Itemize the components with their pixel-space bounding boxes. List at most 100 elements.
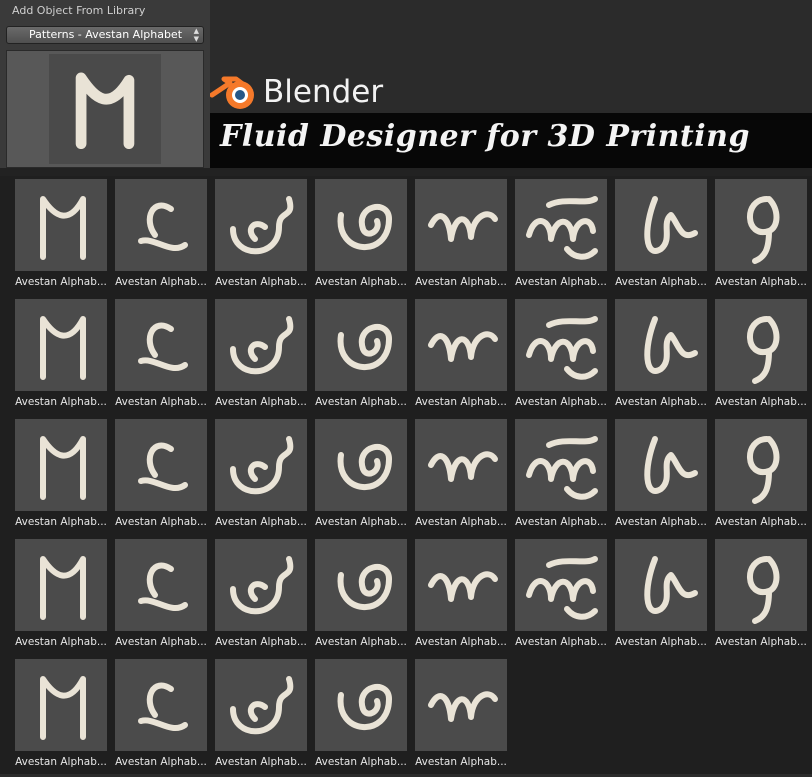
library-item[interactable]: Avestan Alphab... [615,299,715,417]
library-item-label: Avestan Alphab... [115,756,207,768]
avestan-glyph-icon [337,684,392,730]
library-item[interactable]: Avestan Alphab... [215,539,315,657]
avestan-glyph-icon [40,196,86,260]
library-item[interactable]: Avestan Alphab... [215,299,315,417]
library-item[interactable]: Avestan Alphab... [15,419,115,537]
library-item[interactable]: Avestan Alphab... [415,179,515,297]
library-item[interactable]: Avestan Alphab... [515,179,615,297]
library-item[interactable]: Avestan Alphab... [15,539,115,657]
library-item-thumbnail [515,299,607,391]
library-item-label: Avestan Alphab... [15,396,107,408]
library-item-thumbnail [15,179,107,271]
library-item[interactable]: Avestan Alphab... [415,659,515,777]
library-item-label: Avestan Alphab... [215,396,307,408]
library-item[interactable]: Avestan Alphab... [115,419,215,537]
library-item-label: Avestan Alphab... [415,516,507,528]
library-item-label: Avestan Alphab... [715,396,807,408]
category-select[interactable]: Patterns - Avestan Alphabet ▲ ▼ [6,26,204,44]
library-item[interactable]: Avestan Alphab... [315,299,415,417]
library-item-thumbnail [315,659,407,751]
library-item-label: Avestan Alphab... [115,276,207,288]
library-item-thumbnail [115,299,207,391]
library-grid: Avestan Alphab... Avestan Alphab... Avesta… [0,176,812,774]
library-item[interactable]: Avestan Alphab... [215,659,315,777]
library-item-label: Avestan Alphab... [215,276,307,288]
library-item-thumbnail [215,539,307,631]
library-item[interactable]: Avestan Alphab... [215,419,315,537]
avestan-glyph-icon [40,556,86,620]
library-item[interactable]: Avestan Alphab... [315,659,415,777]
up-down-arrows-icon: ▲ ▼ [193,27,199,43]
library-item[interactable]: Avestan Alphab... [115,179,215,297]
avestan-glyph-icon [428,571,498,602]
avestan-glyph-icon [428,331,498,362]
avestan-glyph-icon [230,556,294,615]
avestan-glyph-icon [747,436,780,504]
library-item-thumbnail [315,419,407,511]
library-item[interactable]: Avestan Alphab... [315,179,415,297]
library-item[interactable]: Avestan Alphab... [515,539,615,657]
library-item-label: Avestan Alphab... [615,636,707,648]
banner: Fluid Designer for 3D Printing [210,113,812,168]
library-item-label: Avestan Alphab... [515,636,607,648]
avestan-glyph-icon [747,316,780,384]
library-item[interactable]: Avestan Alphab... [615,539,715,657]
library-item[interactable]: Avestan Alphab... [315,539,415,657]
library-item-thumbnail [715,179,807,271]
library-item[interactable]: Avestan Alphab... [515,299,615,417]
library-item-label: Avestan Alphab... [615,516,707,528]
avestan-glyph-icon [138,562,188,612]
library-item[interactable]: Avestan Alphab... [515,419,615,537]
library-item[interactable]: Avestan Alphab... [415,419,515,537]
avestan-glyph-icon [428,691,498,722]
avestan-glyph-icon [138,202,188,252]
avestan-glyph-icon [428,451,498,482]
library-item[interactable]: Avestan Alphab... [15,659,115,777]
library-item[interactable]: Avestan Alphab... [715,299,812,417]
library-item-thumbnail [415,299,507,391]
library-item-label: Avestan Alphab... [715,636,807,648]
library-item-thumbnail [15,659,107,751]
avestan-glyph-icon [526,316,598,380]
library-item[interactable]: Avestan Alphab... [615,419,715,537]
library-item[interactable]: Avestan Alphab... [315,419,415,537]
library-item-label: Avestan Alphab... [215,756,307,768]
avestan-glyph-icon [40,436,86,500]
avestan-glyph-icon [644,196,698,254]
library-item[interactable]: Avestan Alphab... [15,179,115,297]
library-item-thumbnail [615,299,707,391]
library-item-thumbnail [215,419,307,511]
library-item[interactable]: Avestan Alphab... [715,419,812,537]
library-item[interactable]: Avestan Alphab... [115,539,215,657]
avestan-glyph-icon [230,676,294,735]
library-item-label: Avestan Alphab... [15,756,107,768]
library-item[interactable]: Avestan Alphab... [115,659,215,777]
library-item[interactable]: Avestan Alphab... [615,179,715,297]
library-item[interactable]: Avestan Alphab... [715,539,812,657]
library-item[interactable]: Avestan Alphab... [215,179,315,297]
library-item-thumbnail [415,539,507,631]
library-item[interactable]: Avestan Alphab... [115,299,215,417]
library-item-thumbnail [115,659,207,751]
background-strip [0,168,812,176]
library-item[interactable]: Avestan Alphab... [415,539,515,657]
avestan-glyph-icon [337,564,392,610]
library-item-thumbnail [715,299,807,391]
library-item-label: Avestan Alphab... [715,516,807,528]
library-item-thumbnail [215,179,307,271]
library-item-label: Avestan Alphab... [615,276,707,288]
avestan-glyph-icon [644,436,698,494]
library-item[interactable]: Avestan Alphab... [15,299,115,417]
library-item-thumbnail [315,299,407,391]
library-item-label: Avestan Alphab... [15,516,107,528]
library-item[interactable]: Avestan Alphab... [715,179,812,297]
library-item-thumbnail [15,299,107,391]
avestan-glyph-icon [138,442,188,492]
library-item-label: Avestan Alphab... [415,636,507,648]
library-item-thumbnail [515,179,607,271]
library-item-label: Avestan Alphab... [115,516,207,528]
library-item-label: Avestan Alphab... [15,276,107,288]
library-item[interactable]: Avestan Alphab... [415,299,515,417]
library-item-thumbnail [615,179,707,271]
library-item-label: Avestan Alphab... [215,636,307,648]
